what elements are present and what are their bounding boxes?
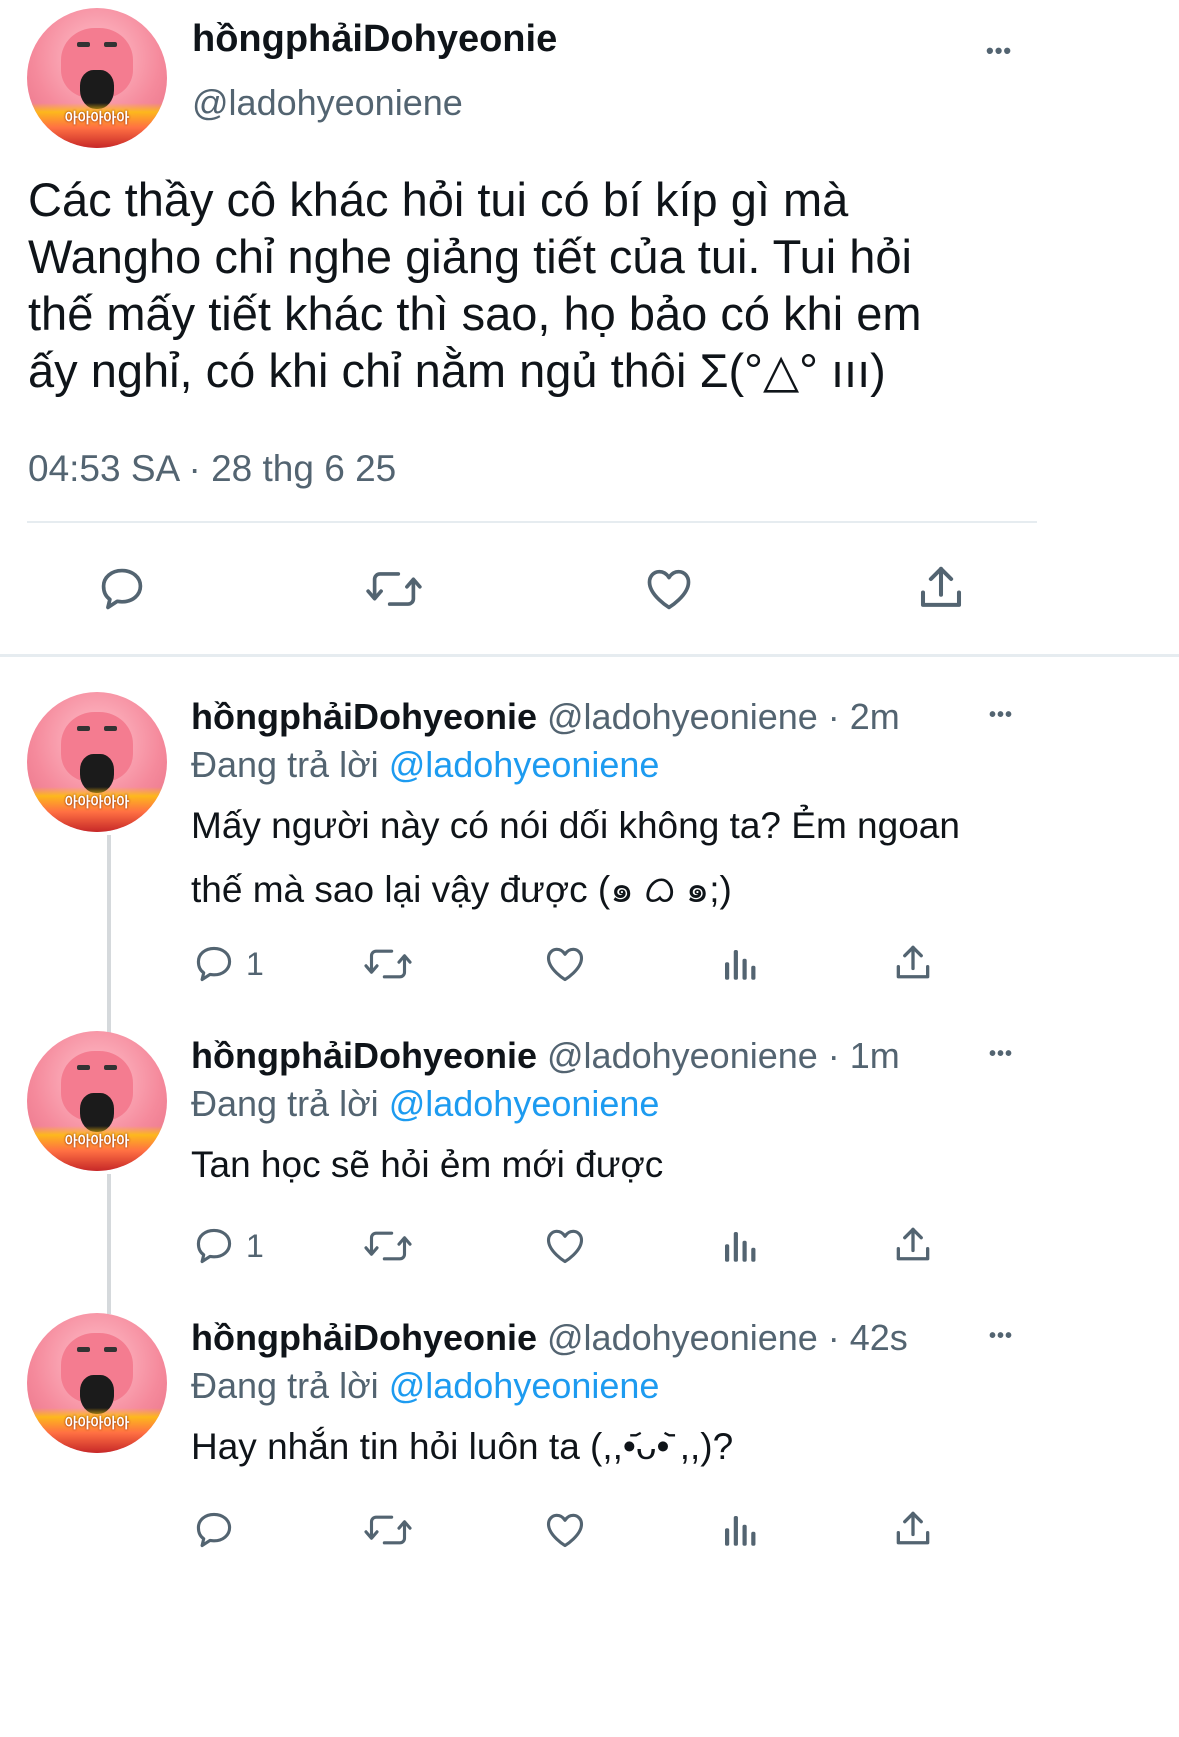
views-icon[interactable] (718, 1509, 760, 1551)
avatar[interactable]: 아아아아아 (27, 692, 167, 832)
avatar[interactable]: 아아아아아 (27, 8, 167, 148)
reply-header: hồngphảiDohyeonie @ladohyeoniene · 1m (191, 1035, 900, 1077)
like-icon[interactable] (542, 1224, 588, 1268)
retweet-icon[interactable] (364, 942, 412, 986)
retweet-icon[interactable] (364, 1224, 412, 1268)
reply-count: 1 (246, 946, 264, 982)
mention-link[interactable]: @ladohyeoniene (389, 1365, 660, 1406)
display-name[interactable]: hồngphảiDohyeonie (191, 1317, 537, 1358)
more-options-button[interactable]: ••• (989, 1043, 1013, 1066)
reply-icon[interactable] (192, 942, 236, 986)
avatar-caption: 아아아아아 (64, 795, 130, 812)
views-icon[interactable] (718, 1225, 760, 1267)
divider (27, 521, 1037, 523)
replying-label: Đang trả lời (191, 1083, 389, 1124)
tweet-text-line: Các thầy cô khác hỏi tui có bí kíp gì mà (28, 173, 849, 226)
display-name[interactable]: hồngphảiDohyeonie (191, 1035, 537, 1076)
mention-link[interactable]: @ladohyeoniene (389, 744, 660, 785)
thread-line (107, 1174, 111, 1314)
tweet-text-line: ấy nghỉ, có khi chỉ nằm ngủ thôi Σ(°△° ı… (28, 344, 886, 397)
tweet-text-line: thế mấy tiết khác thì sao, họ bảo có khi… (28, 287, 922, 340)
mention-link[interactable]: @ladohyeoniene (389, 1083, 660, 1124)
like-icon[interactable] (542, 1508, 588, 1552)
avatar-eye (77, 41, 90, 48)
share-icon[interactable] (891, 1223, 935, 1267)
reply-text-line: Tan học sẽ hỏi ẻm mới được (191, 1144, 664, 1185)
section-divider (0, 654, 1179, 657)
avatar-eye (104, 41, 117, 48)
share-icon[interactable] (891, 1507, 935, 1551)
reply-text-line: Mấy người này có nói dối không ta? Ẻm ng… (191, 805, 960, 846)
avatar-eye (104, 1064, 117, 1071)
handle-and-time[interactable]: @ladohyeoniene · 42s (547, 1317, 908, 1358)
replying-label: Đang trả lời (191, 1365, 389, 1406)
more-options-button[interactable]: ••• (989, 1325, 1013, 1348)
avatar-caption: 아아아아아 (64, 1134, 130, 1151)
views-icon[interactable] (718, 943, 760, 985)
reply-icon[interactable] (192, 1224, 236, 1268)
reply-icon[interactable] (192, 1508, 236, 1552)
more-options-button[interactable]: ••• (989, 704, 1013, 727)
avatar[interactable]: 아아아아아 (27, 1031, 167, 1171)
reply-icon[interactable] (96, 563, 148, 615)
avatar-eye (104, 725, 117, 732)
timestamp[interactable]: 04:53 SA · 28 thg 6 25 (28, 448, 396, 490)
retweet-icon[interactable] (364, 1508, 412, 1552)
display-name[interactable]: hồngphảiDohyeonie (192, 18, 557, 61)
user-handle[interactable]: @ladohyeoniene (192, 82, 463, 124)
thread-line (107, 835, 111, 1033)
avatar-caption: 아아아아아 (64, 1416, 130, 1433)
replying-to: Đang trả lời @ladohyeoniene (191, 1083, 659, 1125)
avatar-eye (77, 1064, 90, 1071)
more-options-button[interactable]: ••• (986, 38, 1012, 64)
reply-text-line: thế mà sao lại vậy được (๑ ᜊ ๑;) (191, 869, 732, 910)
display-name[interactable]: hồngphảiDohyeonie (191, 696, 537, 737)
share-icon[interactable] (914, 561, 968, 615)
share-icon[interactable] (891, 941, 935, 985)
avatar-caption: 아아아아아 (64, 111, 130, 128)
like-icon[interactable] (642, 563, 696, 615)
like-icon[interactable] (542, 942, 588, 986)
reply-header: hồngphảiDohyeonie @ladohyeoniene · 2m (191, 696, 900, 738)
avatar-eye (104, 1346, 117, 1353)
avatar-eye (77, 1346, 90, 1353)
handle-and-time[interactable]: @ladohyeoniene · 2m (547, 696, 900, 737)
replying-to: Đang trả lời @ladohyeoniene (191, 744, 659, 786)
retweet-icon[interactable] (366, 563, 422, 615)
reply-count: 1 (246, 1228, 264, 1264)
replying-label: Đang trả lời (191, 744, 389, 785)
avatar-eye (77, 725, 90, 732)
tweet-text-line: Wangho chỉ nghe giảng tiết của tui. Tui … (28, 230, 913, 283)
handle-and-time[interactable]: @ladohyeoniene · 1m (547, 1035, 900, 1076)
reply-text-line: Hay nhắn tin hỏi luôn ta (,,•᷄ᴗ•᷅ ,,)? (191, 1426, 734, 1467)
replying-to: Đang trả lời @ladohyeoniene (191, 1365, 659, 1407)
avatar[interactable]: 아아아아아 (27, 1313, 167, 1453)
reply-header: hồngphảiDohyeonie @ladohyeoniene · 42s (191, 1317, 908, 1359)
